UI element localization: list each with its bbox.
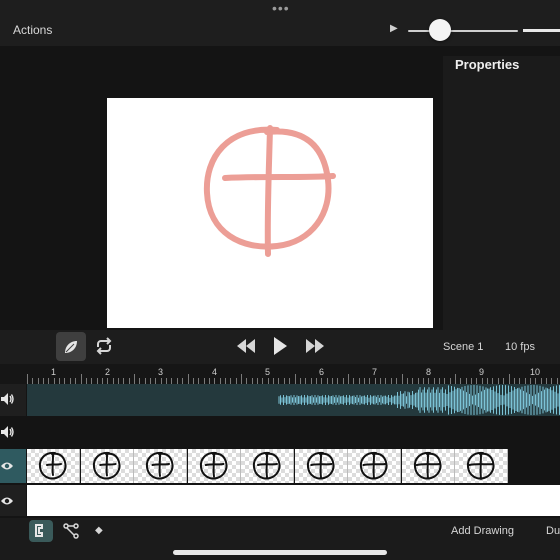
audio-track-header[interactable] — [0, 384, 26, 416]
eye-icon[interactable] — [0, 494, 14, 512]
zoom-slider-track[interactable] — [408, 30, 518, 32]
ruler-tick — [294, 374, 296, 384]
frame-thumbnail[interactable] — [134, 449, 187, 483]
keyframe-icon[interactable]: ◆ — [95, 525, 103, 536]
drawing-canvas[interactable] — [107, 98, 433, 328]
preview-play-icon[interactable]: ▶ — [390, 23, 398, 34]
waveform-path — [278, 385, 560, 415]
onion-skin-icon[interactable] — [62, 338, 80, 361]
ruler-number: 10 — [530, 367, 541, 377]
path-icon[interactable] — [63, 523, 79, 544]
ruler-number: 9 — [479, 367, 485, 377]
ruler-tick — [455, 374, 456, 384]
rewind-icon[interactable] — [235, 338, 257, 359]
ruler-number: 5 — [265, 367, 271, 377]
fast-forward-icon[interactable] — [304, 338, 326, 359]
drawing-track-header[interactable] — [0, 485, 26, 516]
ruler-tick — [508, 374, 510, 384]
drawing-track[interactable] — [27, 449, 560, 483]
eye-icon[interactable] — [0, 459, 14, 477]
magnet-icon — [35, 524, 43, 537]
ruler-tick — [134, 374, 135, 384]
frame-thumbnail[interactable] — [80, 449, 134, 483]
ruler-number: 1 — [51, 367, 57, 377]
play-icon[interactable] — [272, 336, 288, 361]
ruler-tick — [348, 374, 349, 384]
audio-track-header[interactable] — [0, 417, 26, 448]
actions-button[interactable]: Actions — [13, 23, 52, 37]
speaker-icon[interactable] — [0, 425, 14, 444]
frame-thumbnail[interactable] — [27, 449, 80, 483]
timeline-ruler[interactable]: 1 2 3 4 5 6 7 8 9 10 — [0, 364, 560, 384]
audio-waveform — [278, 385, 560, 415]
ruler-number: 8 — [426, 367, 432, 377]
secondary-slider[interactable] — [523, 29, 560, 32]
speaker-icon[interactable] — [0, 392, 14, 411]
frame-thumbnail[interactable] — [241, 449, 294, 483]
ruler-tick — [27, 374, 28, 384]
frame-thumbnail[interactable] — [187, 449, 241, 483]
frame-thumbnail[interactable] — [294, 449, 348, 483]
ruler-tick — [80, 374, 82, 384]
ruler-tick — [241, 374, 242, 384]
ruler-number: 7 — [372, 367, 378, 377]
zoom-slider-thumb[interactable] — [429, 19, 451, 41]
duplicate-button[interactable]: Du — [546, 525, 560, 537]
properties-panel — [443, 56, 560, 330]
properties-title[interactable]: Properties — [455, 57, 519, 72]
fps-selector[interactable]: 10 fps — [505, 341, 535, 353]
scene-selector[interactable]: Scene 1 — [443, 341, 483, 353]
add-drawing-button[interactable]: Add Drawing — [451, 525, 514, 537]
magnet-snap-button[interactable] — [29, 520, 53, 542]
frame-thumbnail[interactable] — [348, 449, 401, 483]
loop-icon[interactable] — [94, 337, 114, 360]
sketch-drawing — [203, 125, 336, 257]
ruler-tick — [187, 374, 189, 384]
frame-thumbnail[interactable] — [455, 449, 508, 483]
ruler-number: 4 — [212, 367, 218, 377]
ruler-number: 2 — [105, 367, 111, 377]
empty-drawing-track[interactable] — [27, 485, 560, 516]
drag-handle[interactable]: ••• — [272, 1, 290, 15]
ruler-number: 3 — [158, 367, 164, 377]
home-indicator — [173, 550, 387, 555]
drawing-track-header[interactable] — [0, 449, 26, 483]
ruler-tick — [401, 374, 403, 384]
frame-thumbnail[interactable] — [401, 449, 455, 483]
ruler-number: 6 — [319, 367, 325, 377]
audio-track-2[interactable] — [27, 417, 560, 448]
audio-track-1[interactable] — [27, 384, 560, 416]
